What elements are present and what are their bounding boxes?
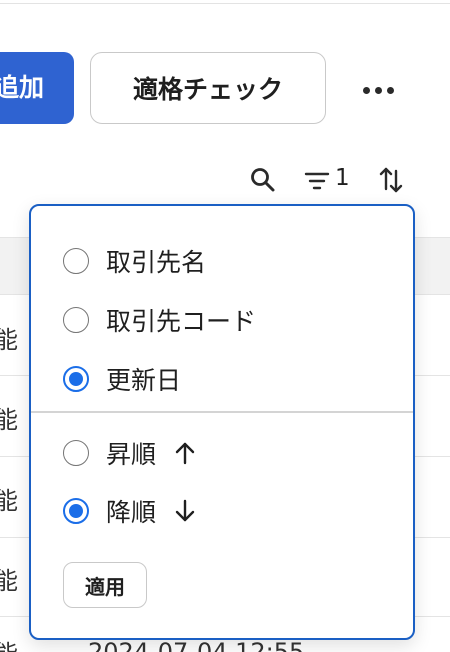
table-cell: 能 [0, 487, 18, 515]
option-label: 昇順 [106, 440, 157, 469]
more-options-button[interactable] [350, 70, 406, 110]
sort-field-option-updated[interactable]: 更新日 [63, 361, 181, 397]
option-label: 取引先名 [106, 248, 207, 277]
radio-button-selected[interactable] [63, 366, 89, 392]
sort-field-option-code[interactable]: 取引先コード [63, 302, 256, 338]
eligibility-check-button[interactable]: 適格チェック [90, 52, 326, 124]
apply-button[interactable]: 適用 [63, 562, 147, 608]
radio-button[interactable] [63, 248, 89, 274]
top-divider [0, 3, 450, 4]
sort-order-option-desc[interactable]: 降順 [63, 493, 196, 529]
add-button[interactable]: 追加 [0, 52, 74, 124]
popover-divider [31, 411, 413, 413]
search-icon[interactable] [249, 166, 277, 194]
filter-icon[interactable] [304, 170, 330, 192]
option-label: 降順 [106, 498, 157, 527]
arrow-up-icon [175, 442, 195, 465]
sort-field-option-name[interactable]: 取引先名 [63, 243, 206, 279]
radio-button[interactable] [63, 307, 89, 333]
more-dot-icon [386, 86, 394, 94]
table-cell: 能 [0, 326, 18, 354]
table-cell-date: 2024-07-04 12:55 [88, 638, 305, 652]
filter-count-badge: 1 [335, 165, 350, 191]
sort-popover: 取引先名 取引先コード 更新日 昇順 降順 適用 [29, 204, 415, 640]
arrow-down-icon [175, 499, 195, 522]
option-label: 取引先コード [106, 307, 257, 336]
table-cell: 能 [0, 567, 18, 595]
table-cell: 能 [0, 634, 18, 652]
radio-button[interactable] [63, 440, 89, 466]
option-label: 更新日 [106, 366, 182, 395]
sort-order-option-asc[interactable]: 昇順 [63, 435, 196, 471]
radio-button-selected[interactable] [63, 498, 89, 524]
more-dot-icon [362, 86, 370, 94]
sort-icon[interactable] [378, 165, 404, 195]
more-dot-icon [374, 86, 382, 94]
table-cell: 能 [0, 406, 18, 434]
